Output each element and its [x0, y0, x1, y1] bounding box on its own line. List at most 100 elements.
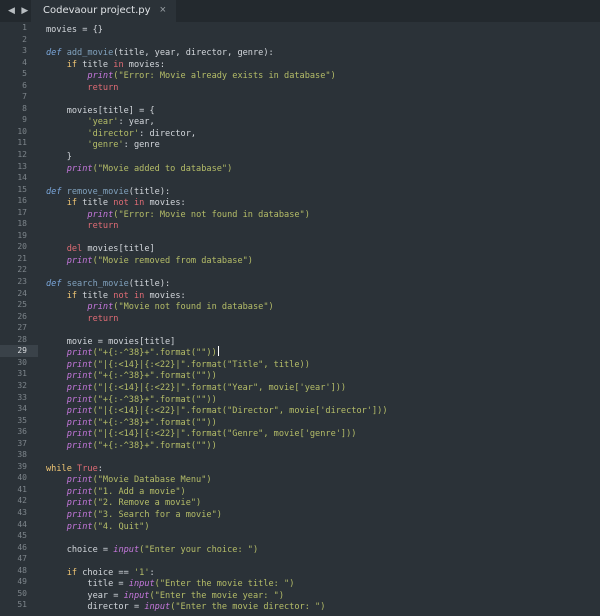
code-line[interactable]: print("Error: Movie already exists in da…: [46, 68, 600, 82]
code-line[interactable]: while True:: [46, 461, 600, 474]
code-line[interactable]: print("Movie removed from database"): [46, 253, 600, 266]
code-line[interactable]: return: [46, 80, 600, 93]
code-token: input: [113, 544, 140, 555]
line-number: 37: [17, 438, 27, 448]
code-token: ("Error: Movie already exists in databas…: [113, 71, 336, 82]
line-number: 9: [22, 115, 27, 125]
line-number: 15: [17, 184, 27, 194]
code-line[interactable]: print("2. Remove a movie"): [46, 495, 600, 508]
code-line[interactable]: movie = movies[title]: [46, 334, 600, 347]
code-line[interactable]: choice = input("Enter your choice: "): [46, 542, 600, 555]
code-line[interactable]: print("Movie added to database"): [46, 161, 600, 174]
code-line[interactable]: [46, 264, 600, 276]
code-line[interactable]: [46, 322, 600, 334]
line-number: 17: [17, 207, 27, 217]
line-number: 2: [22, 34, 27, 44]
code-line[interactable]: }: [46, 149, 600, 162]
line-number: 36: [17, 427, 27, 437]
code-token: ("Movie removed from database"): [92, 255, 253, 266]
code-line[interactable]: title = input("Enter the movie title: "): [46, 576, 600, 589]
line-number: 33: [17, 392, 27, 402]
code-line[interactable]: print("Movie Database Menu"): [46, 472, 600, 485]
code-line[interactable]: print("Movie not found in database"): [46, 299, 600, 312]
code-token: print: [66, 255, 93, 266]
tab-bar: ◀ ▶ Codevaour project.py ×: [0, 0, 600, 22]
code-line[interactable]: print("+{:-^38}+".format("")): [46, 368, 600, 381]
code-line[interactable]: if choice == '1':: [46, 565, 600, 578]
code-line[interactable]: movies[title] = {: [46, 103, 600, 116]
line-number: 48: [17, 565, 27, 575]
code-line[interactable]: if title in movies:: [46, 57, 600, 70]
line-number: 41: [17, 484, 27, 494]
code-line[interactable]: print("+{:-^38}+".format("")): [46, 438, 600, 451]
line-number: 7: [22, 92, 27, 102]
line-number: 43: [17, 507, 27, 517]
code-line[interactable]: print("Error: Movie not found in databas…: [46, 207, 600, 220]
line-number: 34: [17, 404, 27, 414]
code-token: return: [46, 313, 119, 324]
code-token: choice =: [46, 544, 114, 555]
code-line[interactable]: movies = {}: [46, 22, 600, 35]
code-editor[interactable]: 1 2 3 4 5 6 7 8 9 10 11 12 13 14 15 16 17 18 19 20 21 22 23 24 2…: [0, 22, 600, 616]
code-line[interactable]: print("+{:-^38}+".format("")): [46, 345, 600, 358]
code-line[interactable]: print("1. Add a movie"): [46, 484, 600, 497]
line-number: 13: [17, 161, 27, 171]
code-line[interactable]: print("|{:<14}|{:<22}|".format("Director…: [46, 403, 600, 416]
line-number: 14: [17, 173, 27, 183]
code-line[interactable]: if title not in movies:: [46, 195, 600, 208]
line-number: 1: [22, 23, 27, 32]
line-number: 30: [17, 357, 27, 367]
code-line[interactable]: 'genre': genre: [46, 137, 600, 150]
code-line[interactable]: del movies[title]: [46, 241, 600, 254]
code-line[interactable]: 'director': director,: [46, 126, 600, 139]
line-number: 4: [22, 57, 27, 67]
line-number: 32: [17, 380, 27, 390]
tab-codevaour-project[interactable]: Codevaour project.py ×: [31, 0, 176, 22]
line-number: 22: [17, 265, 27, 275]
code-token: return: [46, 82, 119, 93]
code-line[interactable]: print("|{:<14}|{:<22}|".format("Year", m…: [46, 380, 600, 393]
code-line[interactable]: [46, 34, 600, 46]
line-number: 47: [17, 554, 27, 564]
text-cursor: [217, 346, 219, 357]
code-line[interactable]: 'year': year,: [46, 114, 600, 127]
code-line[interactable]: return: [46, 218, 600, 232]
code-token: return: [46, 221, 119, 232]
code-area[interactable]: movies = {} def add_movie(title, year, di…: [46, 22, 600, 616]
code-line[interactable]: year = input("Enter the movie year: "): [46, 588, 600, 601]
code-line[interactable]: print("4. Quit"): [46, 519, 600, 532]
line-number: 42: [17, 496, 27, 506]
line-number: 5: [22, 69, 27, 79]
code-line[interactable]: [46, 91, 600, 103]
code-line[interactable]: director = input("Enter the movie direct…: [46, 599, 600, 613]
code-line[interactable]: [46, 230, 600, 242]
tab-close-icon[interactable]: ×: [160, 4, 166, 16]
line-number: 24: [17, 288, 27, 298]
line-number: 16: [17, 196, 27, 206]
code-line[interactable]: def search_movie(title):: [46, 276, 600, 289]
code-line[interactable]: print("+{:-^38}+".format("")): [46, 415, 600, 428]
line-number: 46: [17, 542, 27, 552]
code-line[interactable]: print("+{:-^38}+".format("")): [46, 392, 600, 405]
code-token: ("Error: Movie not found in database"): [113, 209, 310, 220]
line-number: 28: [17, 334, 27, 344]
code-line[interactable]: print("|{:<14}|{:<22}|".format("Title", …: [46, 357, 600, 370]
code-line[interactable]: return: [46, 311, 600, 324]
tab-navigation-arrows[interactable]: ◀ ▶: [8, 5, 30, 16]
code-line[interactable]: def remove_movie(title):: [46, 184, 600, 197]
line-number: 29: [0, 345, 38, 357]
code-line[interactable]: print("3. Search for a movie"): [46, 507, 600, 520]
code-line[interactable]: def add_movie(title, year, director, gen…: [46, 45, 600, 58]
line-number: 11: [17, 138, 27, 148]
line-number: 18: [17, 219, 27, 229]
code-token: ("4. Quit"): [92, 521, 150, 532]
line-number: 27: [17, 323, 27, 333]
code-line[interactable]: print("|{:<14}|{:<22}|".format("Genre", …: [46, 426, 600, 439]
code-token: print: [66, 163, 93, 174]
code-line[interactable]: if title not in movies:: [46, 288, 600, 301]
code-token: input: [144, 602, 171, 613]
line-number: 51: [17, 600, 27, 610]
code-token: print: [66, 440, 93, 451]
